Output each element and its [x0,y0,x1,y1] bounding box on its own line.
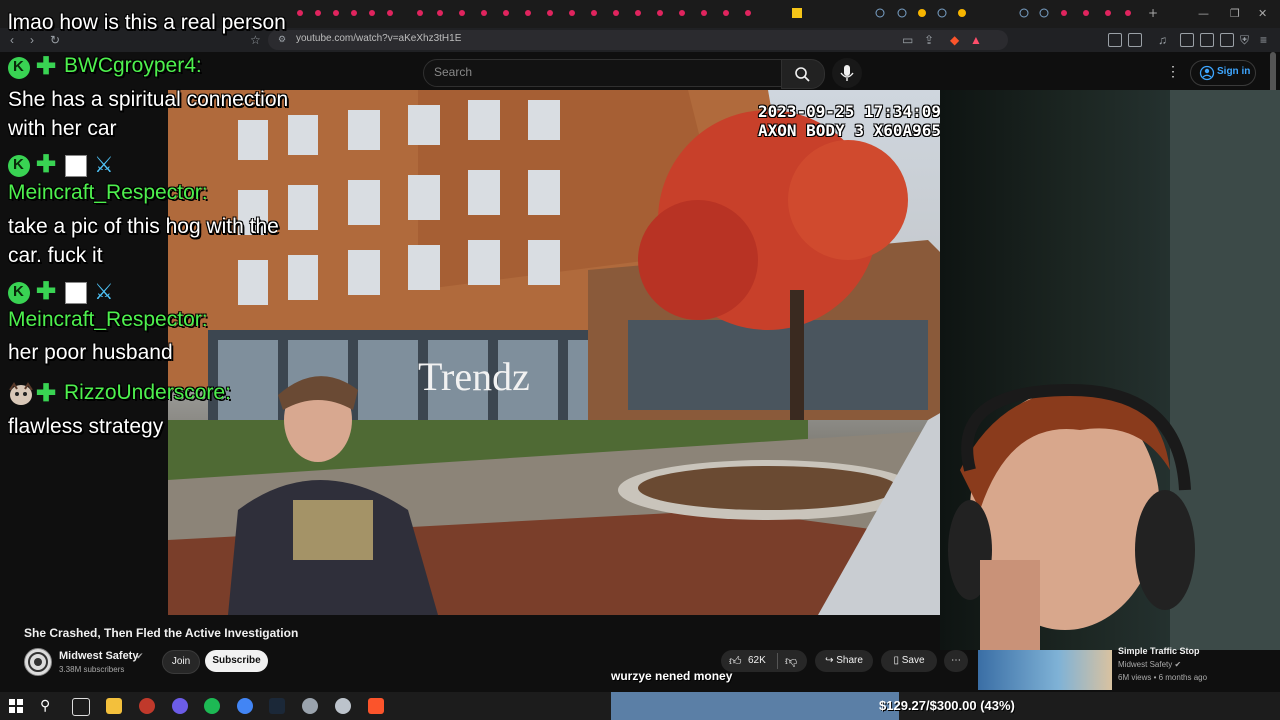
verified-icon: ✔ [1174,660,1182,669]
chat-username: BWCgroyper4: [64,54,202,77]
verified-icon: ✔ [136,651,144,661]
brave-rewards-icon[interactable]: ▲ [970,33,982,47]
chat-badge-k-icon: K [8,155,30,177]
tab-search-icon[interactable] [1128,33,1142,47]
more-icon: ⋯ [951,655,961,666]
like-divider [777,653,778,669]
search-icon [795,67,810,82]
chat-badge-sword-icon: ⚔ [94,152,114,177]
task-view-icon[interactable] [72,698,90,716]
donation-goal-text: $129.27/$300.00 (43%) [879,698,1015,713]
subscriber-count: 3.38M subscribers [59,665,125,674]
obs-icon[interactable] [139,698,155,714]
file-explorer-icon[interactable] [106,698,122,714]
media-icon[interactable]: ♫ [1158,33,1167,47]
chat-avatar-icon [9,382,33,405]
discord-icon[interactable] [172,698,188,714]
chat-badge-image-icon [65,155,87,177]
share-page-icon[interactable]: ⇪ [924,33,934,47]
join-button[interactable]: Join [162,650,200,674]
save-icon: ▯ [893,655,902,666]
recommended-title[interactable]: Simple Traffic Stop [1118,646,1200,656]
channel-avatar[interactable] [24,648,52,676]
svg-text:✕: ✕ [1258,7,1267,20]
subscribe-button[interactable]: Subscribe [205,650,268,672]
save-label: Save [901,655,925,666]
app-icon[interactable] [302,698,318,714]
wallet-icon[interactable] [1200,33,1214,47]
chat-badge-plus-icon: ✚ [36,53,57,80]
taskbar-search-icon[interactable]: ⚲ [40,697,50,714]
extensions-icon[interactable] [1108,33,1122,47]
cast-icon[interactable]: ▭ [902,33,913,47]
sign-in-label[interactable]: Sign in [1217,66,1250,77]
menu-icon[interactable]: ≡ [1260,33,1267,47]
store-sign: Trendz [418,354,530,399]
chat-username: RizzoUnderscore: [64,381,231,404]
chat-badge-k-icon: K [8,282,30,304]
chrome-icon[interactable] [237,698,253,714]
chat-badge-plus-icon: ✚ [36,380,57,407]
microphone-icon [840,65,854,81]
steam-icon[interactable] [269,698,285,714]
share-label: Share [836,655,863,666]
donation-goal-fill [611,692,899,720]
chat-badge-sword-icon: ⚔ [94,279,114,304]
settings-menu-icon[interactable]: ⋮ [1166,63,1180,80]
svg-text:+: + [1148,6,1158,20]
search-placeholder: Search [434,65,473,79]
streamer-webcam [940,90,1280,650]
app-icon-2[interactable] [335,698,351,714]
voice-search-button[interactable] [832,58,862,88]
dislike-icon[interactable]: 👎︎ [785,654,797,669]
account-icon [1199,65,1215,81]
chat-message-line: She has a spiritual connection [8,88,289,111]
video-title: She Crashed, Then Fled the Active Invest… [24,626,299,640]
more-actions-button[interactable]: ⋯ [944,650,968,672]
recommended-channel: Midwest Safety ✔ [1118,660,1181,669]
chat-message-line: her poor husband [8,341,173,364]
recommended-channel-name: Midwest Safety [1118,660,1173,669]
vpn-icon[interactable] [1220,33,1234,47]
chat-badge-image-icon [65,282,87,304]
streamer-figure [948,90,1280,650]
chat-badge-plus-icon: ✚ [36,151,57,178]
search-input[interactable] [423,59,782,87]
channel-name[interactable]: Midwest Safety [59,650,138,662]
like-icon[interactable]: 👍︎ [729,654,742,669]
stream-overlay-caption: wurzye nened money [611,669,733,683]
svg-text:—: — [1198,7,1209,20]
url-text[interactable]: youtube.com/watch?v=aKeXhz3tH1E [296,33,461,44]
chat-message-line: take a pic of this hog with the [8,215,279,238]
chat-username: Meincraft_Respector: [8,181,208,204]
save-button[interactable]: ▯ Save [881,650,937,672]
windows-start-icon[interactable] [8,698,24,714]
spotify-icon[interactable] [204,698,220,714]
share-icon: ↪ [825,655,837,666]
recommended-thumbnail[interactable] [978,650,1112,690]
brave-icon[interactable] [368,698,384,714]
channel-logo-icon [28,652,48,672]
recommended-meta: 6M views • 6 months ago [1118,673,1208,682]
chat-message-line: car. fuck it [8,244,103,267]
chat-message-line: flawless strategy [8,415,164,438]
share-button[interactable]: ↪ Share [815,650,873,672]
chat-badge-plus-icon: ✚ [36,278,57,305]
brave-shield-icon[interactable]: ◆ [950,33,959,47]
like-count[interactable]: 62K [748,655,766,666]
like-dislike-group: 👍︎ 62K 👎︎ [721,650,807,672]
sidebar-icon[interactable] [1180,33,1194,47]
chat-top-message: lmao how is this a real person [8,11,286,34]
chat-badge-k-icon: K [8,57,30,79]
svg-text:❐: ❐ [1230,7,1240,20]
search-button[interactable] [781,59,825,89]
chat-username: Meincraft_Respector: [8,308,208,331]
shield-icon[interactable]: ⛨ [1240,33,1249,48]
chat-message-line: with her car [8,117,117,140]
